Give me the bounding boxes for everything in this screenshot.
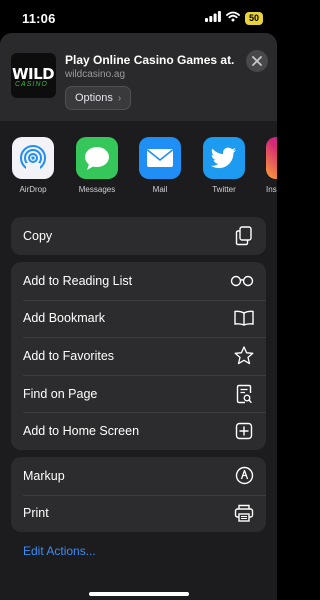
find-on-page-icon (234, 384, 254, 404)
action-label: Markup (23, 468, 65, 483)
status-indicators: 50 (204, 9, 263, 27)
status-bar: 11:06 50 (0, 0, 277, 36)
action-add-bookmark[interactable]: Add Bookmark (11, 299, 266, 338)
instagram-icon (266, 137, 277, 179)
action-label: Add to Reading List (23, 273, 133, 288)
messages-icon (76, 137, 118, 179)
action-label: Add Bookmark (23, 311, 105, 326)
action-group-copy: Copy (11, 217, 266, 255)
chevron-right-icon: › (117, 92, 122, 104)
airdrop-icon (12, 137, 54, 179)
mail-icon (139, 137, 181, 179)
share-sheet: WILD CASINO Play Online Casino Games at.… (0, 33, 277, 600)
twitter-icon (203, 137, 245, 179)
star-icon (234, 346, 254, 366)
app-label: Mail (152, 185, 168, 194)
app-mail[interactable]: Mail (135, 137, 185, 194)
page-title: Play Online Casino Games at... (65, 53, 235, 67)
app-twitter[interactable]: Twitter (199, 137, 249, 194)
book-icon (234, 308, 254, 328)
action-group-markup: Markup Print (11, 457, 266, 533)
app-instagram[interactable]: Ins (262, 137, 277, 194)
close-icon (252, 56, 262, 66)
site-thumbnail: WILD CASINO (11, 53, 56, 98)
copy-icon (234, 226, 254, 246)
options-label: Options (75, 92, 113, 104)
action-label: Add to Favorites (23, 348, 115, 363)
page-url: wildcasino.ag (65, 69, 126, 80)
action-find-on-page[interactable]: Find on Page (11, 374, 266, 413)
action-print[interactable]: Print (11, 494, 266, 533)
thumbnail-logo-sub: CASINO (15, 81, 48, 88)
markup-icon (234, 466, 254, 486)
share-apps-row: AirDrop Messages Mail Twitter Ins (0, 137, 277, 217)
cellular-signal-icon (204, 9, 221, 27)
action-copy[interactable]: Copy (11, 217, 266, 255)
app-label: AirDrop (19, 185, 47, 194)
options-button[interactable]: Options › (65, 86, 132, 110)
close-button[interactable] (246, 50, 268, 72)
action-add-to-reading-list[interactable]: Add to Reading List (11, 262, 266, 300)
action-add-to-favorites[interactable]: Add to Favorites (11, 337, 266, 375)
app-airdrop[interactable]: AirDrop (8, 137, 58, 194)
add-square-icon (234, 421, 254, 441)
printer-icon (234, 503, 254, 523)
action-label: Copy (23, 228, 53, 243)
edit-actions-link[interactable]: Edit Actions... (23, 544, 96, 558)
share-header: WILD CASINO Play Online Casino Games at.… (0, 33, 277, 121)
action-group-main: Add to Reading List Add Bookmark Add to … (11, 262, 266, 450)
action-label: Find on Page (23, 386, 98, 401)
home-indicator (89, 592, 189, 596)
action-label: Print (23, 506, 49, 521)
action-add-to-home-screen[interactable]: Add to Home Screen (11, 412, 266, 450)
glasses-icon (230, 271, 254, 291)
app-label: Messages (78, 185, 116, 194)
app-label: Twitter (212, 185, 236, 194)
app-label: Ins (266, 185, 277, 194)
battery-indicator: 50 (244, 11, 263, 25)
wifi-icon (226, 9, 240, 27)
status-time: 11:06 (22, 10, 56, 26)
action-markup[interactable]: Markup (11, 457, 266, 495)
app-messages[interactable]: Messages (72, 137, 122, 194)
action-label: Add to Home Screen (23, 424, 140, 439)
